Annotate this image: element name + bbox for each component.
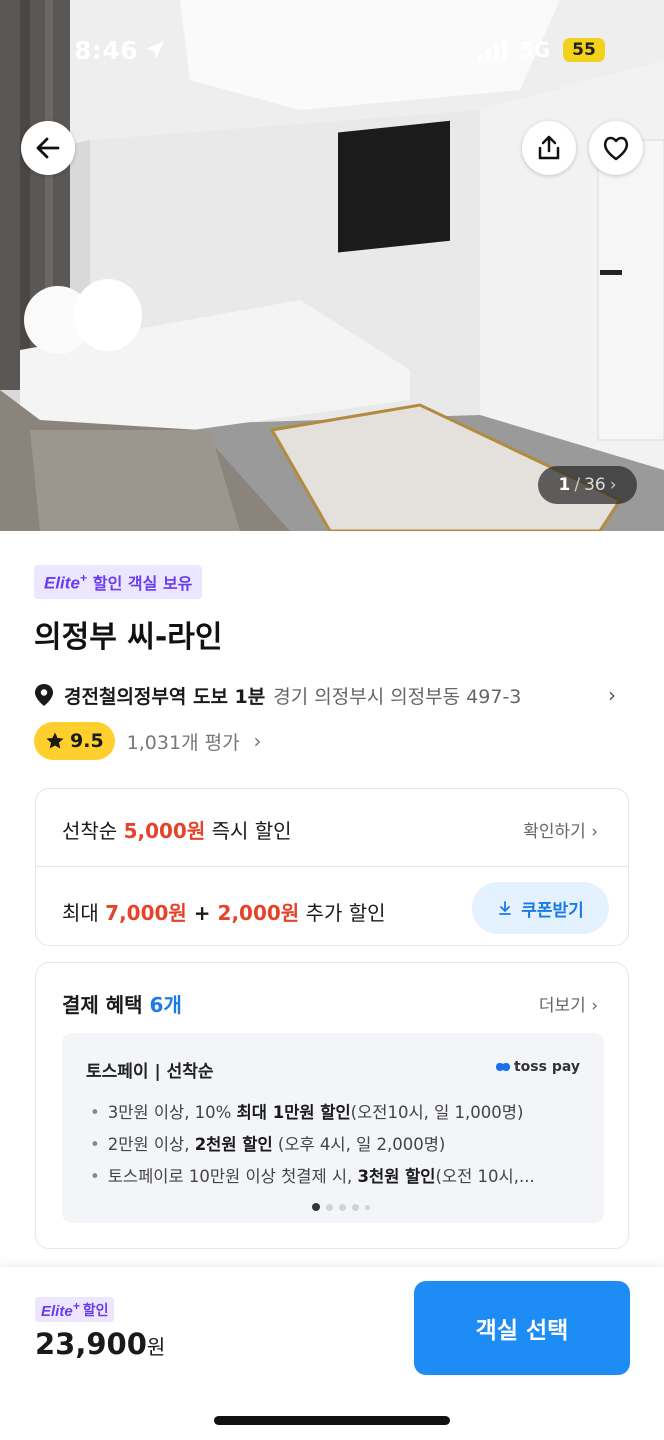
chevron-right-icon: › xyxy=(608,683,616,707)
star-icon xyxy=(46,732,64,749)
share-button[interactable] xyxy=(522,121,576,175)
photo-separator: / xyxy=(574,475,581,495)
elite-discount-badge: Elite+ 할인 객실 보유 xyxy=(34,565,203,599)
confirm-link[interactable]: 확인하기 › xyxy=(523,817,598,842)
address-text: 경기 의정부시 의정부동 497-3 xyxy=(273,685,522,708)
rating-badge: 9.5 xyxy=(34,722,115,760)
photo-counter[interactable]: 1 / 36 › xyxy=(538,466,637,504)
toss-logo-icon xyxy=(495,1063,510,1071)
price: 23,900원 xyxy=(35,1327,166,1361)
arrow-left-icon xyxy=(36,137,60,159)
toss-card-title: 토스페이 | 선착순 xyxy=(86,1062,214,1082)
elite-logo: Elite+ xyxy=(41,1299,80,1320)
get-coupon-button[interactable]: 쿠폰받기 xyxy=(472,882,609,934)
benefit-item: 2만원 이상, 2천원 할인 (오후 4시, 일 2,000명) xyxy=(90,1129,590,1161)
elite-logo: Elite+ xyxy=(44,570,87,593)
address-highlight: 경전철의정부역 도보 1분 xyxy=(64,685,266,708)
photo-total: 36 xyxy=(584,475,606,495)
coupon-discount-row: 최대 7,000원 + 2,000원 추가 할인 쿠폰받기 xyxy=(36,867,628,947)
toss-pay-logo: toss pay xyxy=(495,1059,580,1075)
toss-benefit-card[interactable]: 토스페이 | 선착순 toss pay 3만원 이상, 10% 최대 1만원 할… xyxy=(62,1033,604,1223)
status-time: 8:46 xyxy=(74,36,139,65)
carousel-dot xyxy=(339,1203,346,1211)
location-arrow-icon xyxy=(146,41,164,59)
status-bar: 8:46 5G 55 xyxy=(0,30,664,70)
home-indicator xyxy=(214,1416,450,1425)
payment-benefits-title: 결제 혜택 6개 xyxy=(62,993,182,1017)
battery-indicator: 55 xyxy=(563,38,605,62)
carousel-dot xyxy=(365,1204,370,1210)
coupon-discount-text: 최대 7,000원 + 2,000원 추가 할인 xyxy=(62,901,386,925)
elite-mini-badge: Elite+ 할인 xyxy=(35,1297,115,1322)
photo-current: 1 xyxy=(558,475,571,495)
share-icon xyxy=(538,135,560,160)
download-icon xyxy=(499,901,512,915)
location-pin-icon xyxy=(35,684,53,706)
bottom-bar: Elite+ 할인 23,900원 객실 선택 xyxy=(0,1267,664,1440)
carousel-dot xyxy=(352,1203,359,1211)
carousel-dot xyxy=(312,1203,320,1211)
cellular-signal-icon xyxy=(478,39,507,61)
chevron-right-icon: › xyxy=(253,729,262,753)
network-type: 5G xyxy=(520,38,551,62)
select-room-button[interactable]: 객실 선택 xyxy=(414,1281,630,1375)
hero-photo[interactable]: 8:46 5G 55 1 / 36 › xyxy=(0,0,664,531)
address-row[interactable]: 경전철의정부역 도보 1분 경기 의정부시 의정부동 497-3 › xyxy=(34,679,630,711)
elite-badge-text: 할인 객실 보유 xyxy=(92,574,193,593)
elite-mini-text: 할인 xyxy=(82,1302,109,1319)
instant-discount-row: 선착순 5,000원 즉시 할인 확인하기 › xyxy=(36,789,628,867)
benefit-item: 3만원 이상, 10% 최대 1만원 할인(오전10시, 일 1,000명) xyxy=(90,1097,590,1129)
payment-benefits-box: 결제 혜택 6개 더보기 › 토스페이 | 선착순 toss pay 3만원 이… xyxy=(35,962,629,1249)
more-link[interactable]: 더보기 › xyxy=(539,991,598,1016)
favorite-button[interactable] xyxy=(589,121,643,175)
review-count: 1,031개 평가 xyxy=(126,731,240,754)
hotel-name: 의정부 씨-라인 xyxy=(34,620,223,655)
rating-value: 9.5 xyxy=(70,730,104,752)
chevron-right-icon: › xyxy=(609,475,617,495)
heart-icon xyxy=(603,136,629,161)
room-photo xyxy=(0,0,664,531)
discount-box: 선착순 5,000원 즉시 할인 확인하기 › 최대 7,000원 + 2,00… xyxy=(35,788,629,946)
benefit-list: 3만원 이상, 10% 최대 1만원 할인(오전10시, 일 1,000명) 2… xyxy=(90,1097,590,1193)
carousel-dots xyxy=(312,1203,370,1211)
benefit-item: 토스페이로 10만원 이상 첫결제 시, 3천원 할인(오전 10시,... xyxy=(90,1161,590,1193)
rating-row[interactable]: 9.5 1,031개 평가 › xyxy=(34,722,262,760)
carousel-dot xyxy=(326,1203,333,1211)
instant-discount-text: 선착순 5,000원 즉시 할인 xyxy=(62,819,292,843)
back-button[interactable] xyxy=(21,121,75,175)
